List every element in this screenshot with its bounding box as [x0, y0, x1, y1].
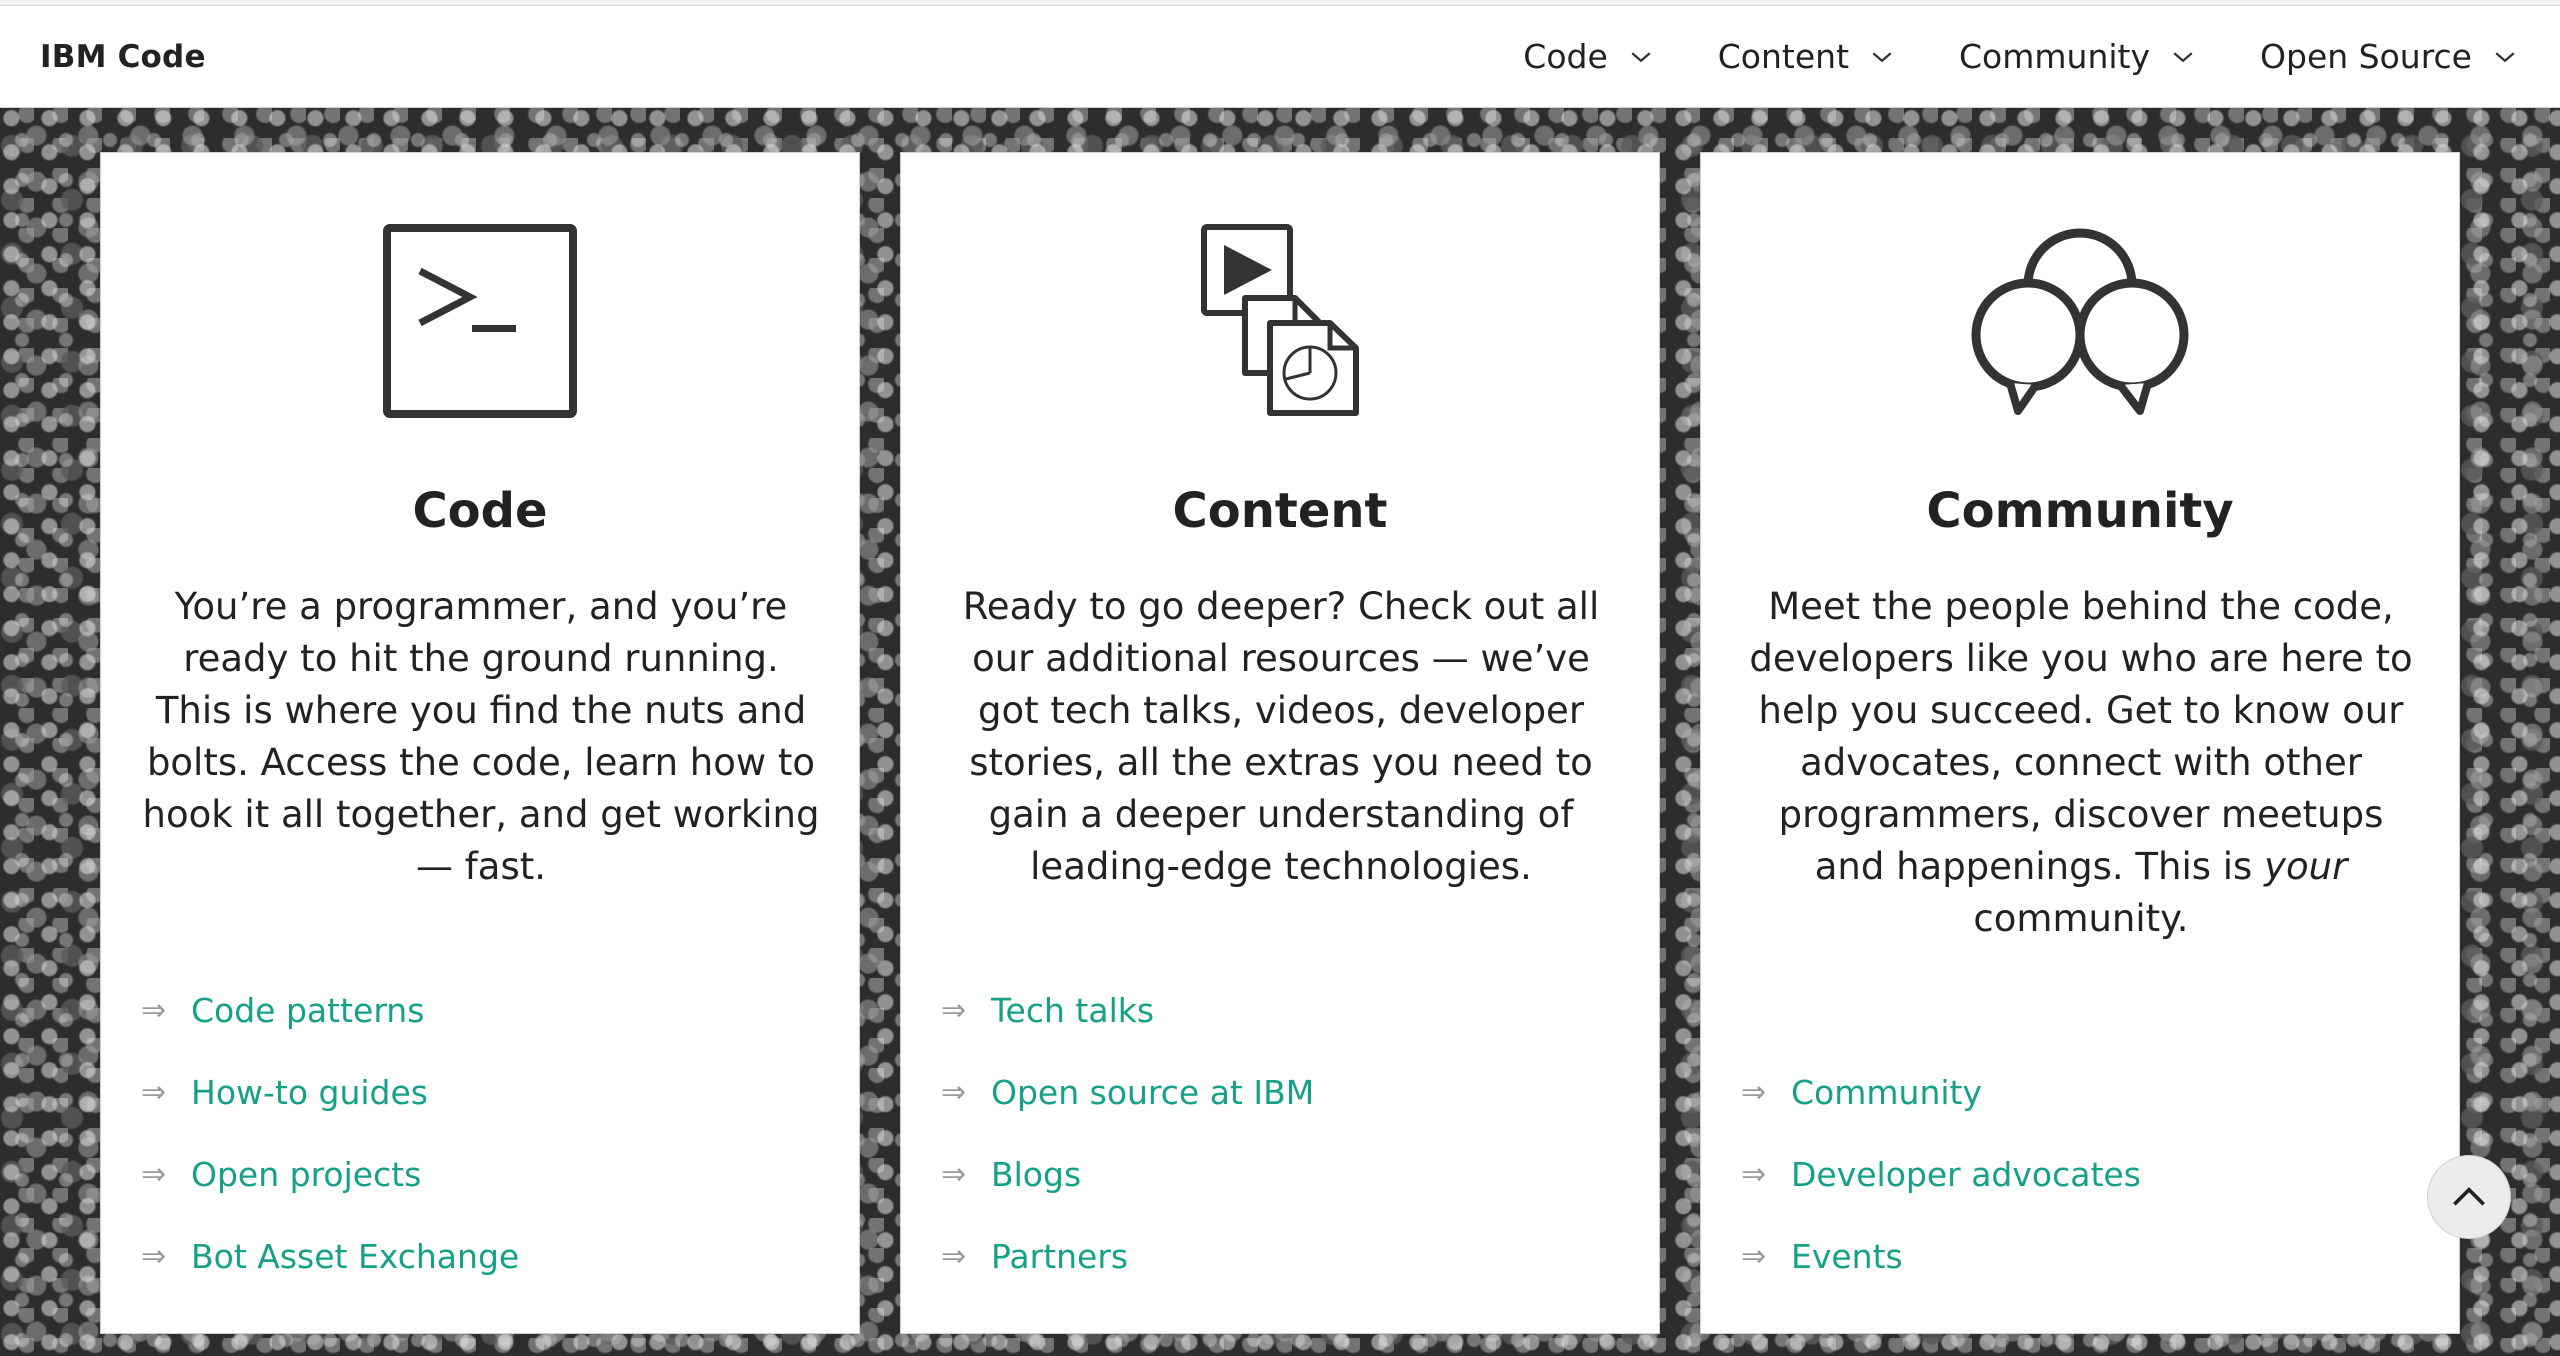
link-text[interactable]: Open projects: [191, 1155, 421, 1194]
link-text[interactable]: How-to guides: [191, 1073, 428, 1112]
arrow-right-icon: ⇒: [141, 1156, 167, 1192]
link-blogs[interactable]: ⇒ Blogs: [941, 1133, 1621, 1215]
card-links: ⇒ Community ⇒ Developer advocates ⇒ Even…: [1741, 1051, 2421, 1297]
card-title: Community: [1926, 483, 2234, 539]
site-header: IBM Code Code Content Community Open Sou…: [0, 6, 2560, 108]
nav-open-source[interactable]: Open Source: [2260, 6, 2520, 107]
link-tech-talks[interactable]: ⇒ Tech talks: [941, 969, 1621, 1051]
chevron-down-icon: [1631, 51, 1651, 62]
scroll-to-top-button[interactable]: [2427, 1155, 2511, 1239]
link-text[interactable]: Open source at IBM: [991, 1073, 1314, 1112]
arrow-right-icon: ⇒: [941, 1156, 967, 1192]
speech-bubbles-icon: [1970, 221, 2190, 421]
link-events[interactable]: ⇒ Events: [1741, 1215, 2421, 1297]
link-partners[interactable]: ⇒ Partners: [941, 1215, 1621, 1297]
description-text-end: community.: [1973, 897, 2189, 940]
chevron-down-icon: [1872, 51, 1892, 62]
terminal-icon: [370, 221, 590, 421]
nav-content-label: Content: [1717, 37, 1850, 76]
link-text[interactable]: Tech talks: [991, 991, 1154, 1030]
link-open-source-at-ibm[interactable]: ⇒ Open source at IBM: [941, 1051, 1621, 1133]
arrow-right-icon: ⇒: [141, 992, 167, 1028]
media-documents-icon: [1170, 221, 1390, 421]
description-text: Meet the people behind the code, develop…: [1749, 585, 2413, 888]
arrow-right-icon: ⇒: [941, 1074, 967, 1110]
card-links: ⇒ Tech talks ⇒ Open source at IBM ⇒ Blog…: [941, 969, 1621, 1297]
main-nav: Code Content Community Open Source: [1461, 6, 2520, 107]
link-code-patterns[interactable]: ⇒ Code patterns: [141, 969, 821, 1051]
chevron-down-icon: [2173, 51, 2193, 62]
card-description: Ready to go deeper? Check out all our ad…: [962, 585, 1600, 888]
chevron-up-icon: [2453, 1187, 2485, 1206]
description-emphasis: your: [2264, 845, 2348, 888]
brand-logo[interactable]: IBM Code: [40, 39, 206, 75]
arrow-right-icon: ⇒: [1741, 1074, 1767, 1110]
content-card: Content Ready to go deeper? Check out al…: [900, 152, 1660, 1334]
nav-community-label: Community: [1959, 37, 2151, 76]
link-text[interactable]: Events: [1791, 1237, 1903, 1276]
link-how-to-guides[interactable]: ⇒ How-to guides: [141, 1051, 821, 1133]
link-text[interactable]: Code patterns: [191, 991, 424, 1030]
card-description: You’re a programmer, and you’re ready to…: [142, 585, 820, 888]
arrow-right-icon: ⇒: [141, 1074, 167, 1110]
nav-community[interactable]: Community: [1959, 6, 2198, 107]
nav-code-label: Code: [1523, 37, 1608, 76]
arrow-right-icon: ⇒: [941, 992, 967, 1028]
link-bot-asset-exchange[interactable]: ⇒ Bot Asset Exchange: [141, 1215, 821, 1297]
card-links: ⇒ Code patterns ⇒ How-to guides ⇒ Open p…: [141, 969, 821, 1297]
code-card: Code You’re a programmer, and you’re rea…: [100, 152, 860, 1334]
link-text[interactable]: Community: [1791, 1073, 1982, 1112]
link-text[interactable]: Developer advocates: [1791, 1155, 2141, 1194]
arrow-right-icon: ⇒: [1741, 1238, 1767, 1274]
link-text[interactable]: Partners: [991, 1237, 1128, 1276]
card-title: Content: [1172, 483, 1388, 539]
nav-open-source-label: Open Source: [2260, 37, 2472, 76]
chevron-down-icon: [2495, 51, 2515, 62]
nav-code[interactable]: Code: [1523, 6, 1655, 107]
community-card: Community Meet the people behind the cod…: [1700, 152, 2460, 1334]
link-text[interactable]: Bot Asset Exchange: [191, 1237, 519, 1276]
nav-content[interactable]: Content: [1718, 6, 1897, 107]
link-community[interactable]: ⇒ Community: [1741, 1051, 2421, 1133]
arrow-right-icon: ⇒: [141, 1238, 167, 1274]
link-open-projects[interactable]: ⇒ Open projects: [141, 1133, 821, 1215]
arrow-right-icon: ⇒: [1741, 1156, 1767, 1192]
arrow-right-icon: ⇒: [941, 1238, 967, 1274]
link-text[interactable]: Blogs: [991, 1155, 1081, 1194]
card-description: Meet the people behind the code, develop…: [1741, 581, 2421, 945]
card-title: Code: [412, 483, 548, 539]
link-developer-advocates[interactable]: ⇒ Developer advocates: [1741, 1133, 2421, 1215]
